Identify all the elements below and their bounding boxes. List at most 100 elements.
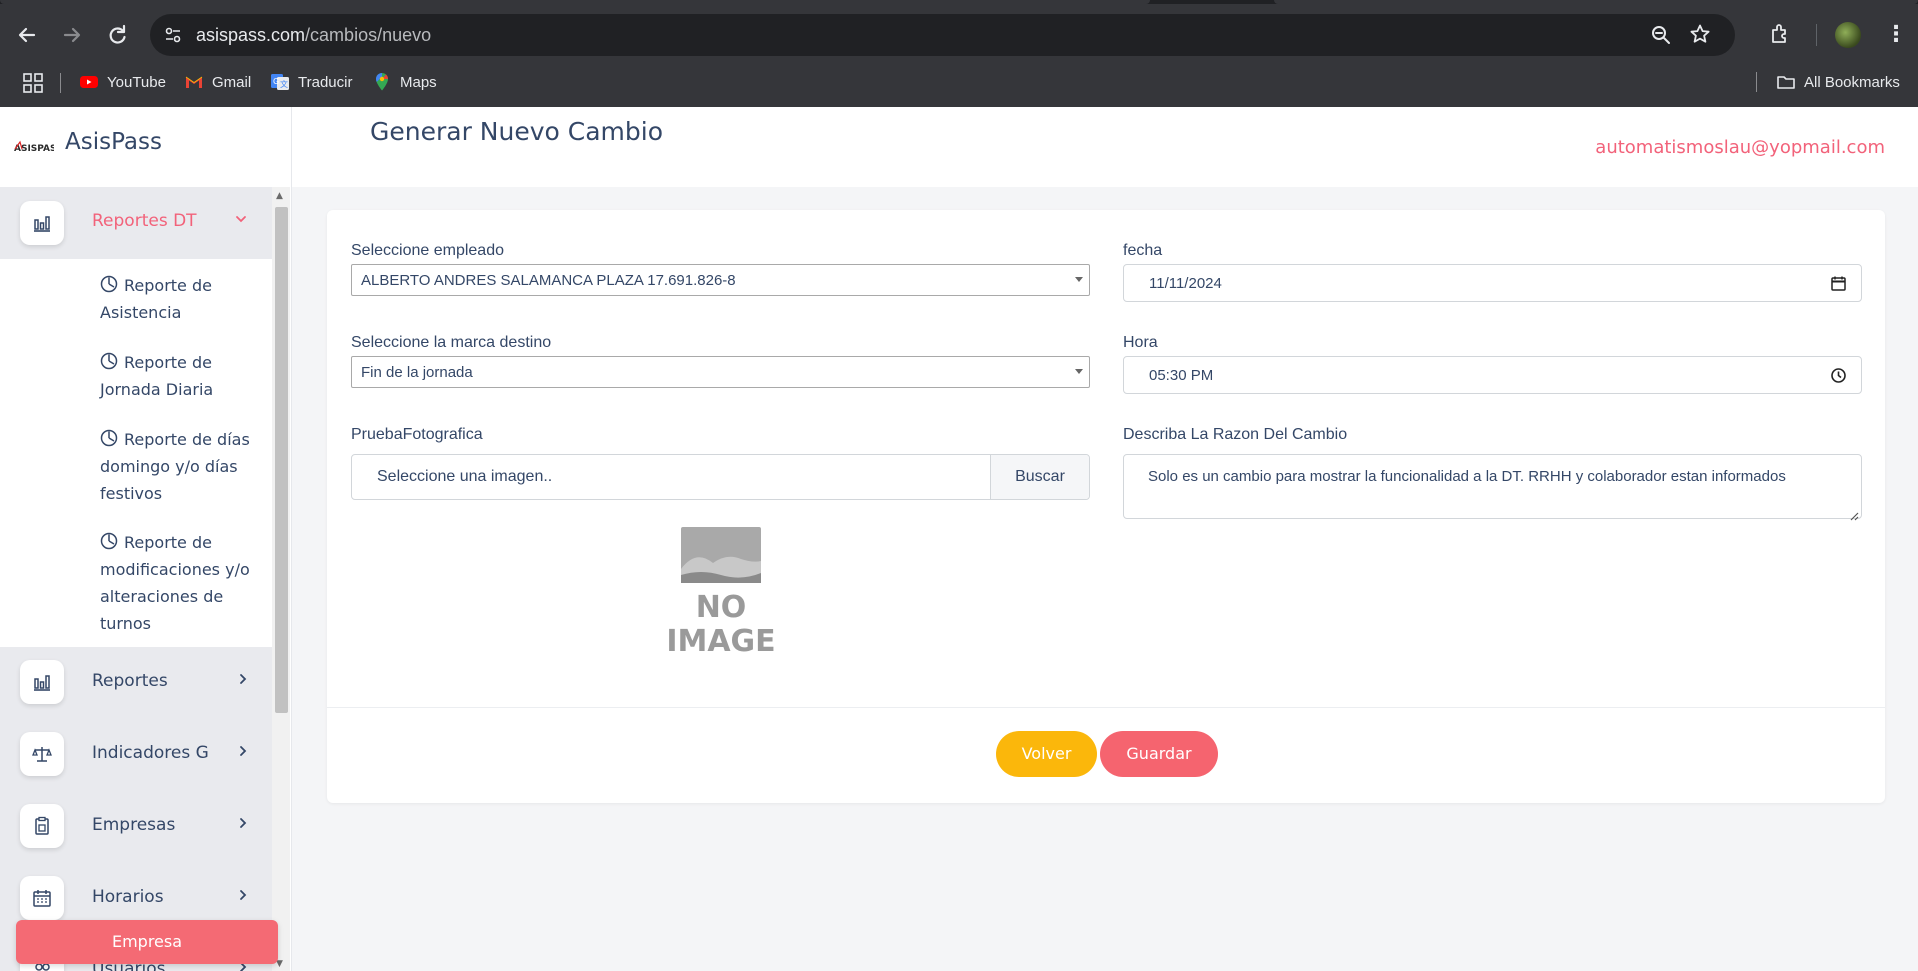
svg-text:G: G xyxy=(273,77,279,86)
back-icon[interactable] xyxy=(14,22,40,48)
clock-icon xyxy=(100,274,118,293)
submenu-item-jornada-diaria[interactable]: Reporte de Jornada Diaria xyxy=(100,349,260,403)
sidebar-item-label: Horarios xyxy=(92,887,164,907)
bar-chart-icon xyxy=(20,660,64,704)
tab-active-edge[interactable] xyxy=(0,0,1150,4)
volver-button[interactable]: Volver xyxy=(996,731,1097,777)
url-host: asispass.com xyxy=(196,25,306,45)
sidebar: ASISPASS AsisPass Reportes DT Reporte de… xyxy=(0,107,292,971)
time-input-value: 05:30 PM xyxy=(1149,367,1214,384)
submenu-item-modificaciones-turnos[interactable]: Reporte de modificaciones y/o alteracion… xyxy=(100,529,260,637)
guardar-button[interactable]: Guardar xyxy=(1100,731,1218,777)
bookmark-gmail[interactable]: Gmail xyxy=(184,70,251,94)
toolbar-separator xyxy=(1816,24,1817,46)
url-text[interactable]: asispass.com/cambios/nuevo xyxy=(196,24,431,46)
chevron-right-icon xyxy=(236,887,250,906)
sidebar-item-label: Empresas xyxy=(92,815,176,835)
bookmark-label: Maps xyxy=(400,73,437,91)
clock-icon xyxy=(100,531,118,550)
date-input-value: 11/11/2024 xyxy=(1149,275,1222,292)
buscar-button[interactable]: Buscar xyxy=(990,455,1089,499)
employee-select-value: ALBERTO ANDRES SALAMANCA PLAZA 17.691.82… xyxy=(361,272,736,289)
tab-inactive-edge[interactable] xyxy=(1274,0,1918,4)
scale-icon xyxy=(20,732,64,776)
url-path: /cambios/nuevo xyxy=(305,25,432,45)
change-form-card: Seleccione empleado ALBERTO ANDRES SALAM… xyxy=(327,210,1885,803)
brand-name: AsisPass xyxy=(65,129,162,155)
chevron-right-icon xyxy=(236,743,250,762)
bar-chart-icon xyxy=(20,201,64,245)
submenu-item-label: Reporte de modificaciones y/o alteracion… xyxy=(100,533,250,633)
submenu-item-asistencia[interactable]: Reporte de Asistencia xyxy=(100,272,260,326)
scroll-up-arrow[interactable]: ▲ xyxy=(276,191,283,201)
time-label: Hora xyxy=(1123,334,1158,351)
calendar-icon[interactable] xyxy=(1830,275,1847,292)
extensions-icon[interactable] xyxy=(1769,22,1793,46)
bookmarks-separator xyxy=(1756,72,1757,92)
submenu-reportes-dt: Reporte de Asistencia Reporte de Jornada… xyxy=(0,259,272,647)
profile-avatar[interactable] xyxy=(1835,22,1861,48)
submenu-item-domingos-festivos[interactable]: Reporte de días domingo y/o días festivo… xyxy=(100,426,260,507)
clipboard-icon xyxy=(20,804,64,848)
sidebar-item-reportes[interactable]: Reportes xyxy=(0,647,272,719)
app: ASISPASS AsisPass Reportes DT Reporte de… xyxy=(0,107,1918,971)
reason-label: Describa La Razon Del Cambio xyxy=(1123,426,1348,443)
submenu-item-label: Reporte de días domingo y/o días festivo… xyxy=(100,430,250,503)
clock-icon[interactable] xyxy=(1830,367,1847,384)
sidebar-item-indicadores[interactable]: Indicadores G xyxy=(0,719,272,791)
chevron-down-icon xyxy=(234,211,248,230)
time-input[interactable]: 05:30 PM xyxy=(1123,356,1862,394)
card-divider xyxy=(327,707,1885,708)
resize-grip-icon[interactable] xyxy=(1849,506,1859,521)
tab-strip xyxy=(0,0,1918,4)
user-email[interactable]: automatismoslau@yopmail.com xyxy=(1595,137,1885,158)
sidebar-item-empresas[interactable]: Empresas xyxy=(0,791,272,863)
all-bookmarks-label: All Bookmarks xyxy=(1804,73,1900,91)
address-bar[interactable]: asispass.com/cambios/nuevo xyxy=(150,14,1735,56)
destination-select[interactable]: Fin de la jornada xyxy=(351,356,1090,388)
reason-textarea[interactable]: Solo es un cambio para mostrar la funcio… xyxy=(1123,454,1862,521)
forward-icon[interactable] xyxy=(59,22,85,48)
more-menu-icon[interactable]: ⋮ xyxy=(1885,20,1907,50)
bookmark-star-icon[interactable] xyxy=(1689,23,1711,45)
no-image-text-line1: NO xyxy=(696,590,747,625)
employee-select[interactable]: ALBERTO ANDRES SALAMANCA PLAZA 17.691.82… xyxy=(351,264,1090,296)
photo-label: PruebaFotografica xyxy=(351,426,483,443)
sidebar-item-reportes-dt[interactable]: Reportes DT xyxy=(0,187,272,259)
reload-icon[interactable] xyxy=(104,22,130,48)
no-image-placeholder: NO IMAGE xyxy=(661,525,781,661)
translate-icon: G文 xyxy=(270,72,290,92)
youtube-icon xyxy=(79,72,99,92)
all-bookmarks[interactable]: All Bookmarks xyxy=(1776,70,1900,94)
bookmark-maps[interactable]: Maps xyxy=(372,70,437,94)
page-title: Generar Nuevo Cambio xyxy=(370,117,664,146)
sidebar-scrollbar-thumb[interactable] xyxy=(275,207,288,713)
clock-icon xyxy=(100,351,118,370)
photo-file-input[interactable]: Seleccione una imagen.. Buscar xyxy=(351,454,1090,500)
bookmark-label: Gmail xyxy=(212,73,252,91)
calendar-icon xyxy=(20,876,64,920)
page-header: Generar Nuevo Cambio automatismoslau@yop… xyxy=(292,107,1918,187)
maps-icon xyxy=(372,72,392,92)
bookmark-label: Traducir xyxy=(298,73,353,91)
chevron-right-icon xyxy=(236,671,250,690)
chevron-right-icon xyxy=(236,815,250,834)
svg-text:文: 文 xyxy=(280,79,288,89)
sidebar-menu: Reportes DT Reporte de Asistencia Report… xyxy=(0,187,272,971)
site-info-icon[interactable] xyxy=(164,26,182,44)
empresa-button[interactable]: Empresa xyxy=(16,920,278,964)
clock-icon xyxy=(100,428,118,447)
bookmark-traducir[interactable]: G文 Traducir xyxy=(270,70,352,94)
select-caret-icon xyxy=(1075,277,1083,282)
destination-select-value: Fin de la jornada xyxy=(361,364,473,381)
photo-placeholder: Seleccione una imagen.. xyxy=(377,468,553,485)
brand[interactable]: ASISPASS AsisPass xyxy=(0,107,292,187)
apps-grid-icon[interactable] xyxy=(22,72,44,94)
brand-logo: ASISPASS xyxy=(14,139,63,154)
bookmark-youtube[interactable]: YouTube xyxy=(79,70,166,94)
zoom-icon[interactable] xyxy=(1651,25,1671,45)
date-input[interactable]: 11/11/2024 xyxy=(1123,264,1862,302)
sidebar-item-label: Reportes DT xyxy=(92,211,197,231)
no-image-text-line2: IMAGE xyxy=(666,624,775,659)
date-label: fecha xyxy=(1123,242,1163,259)
